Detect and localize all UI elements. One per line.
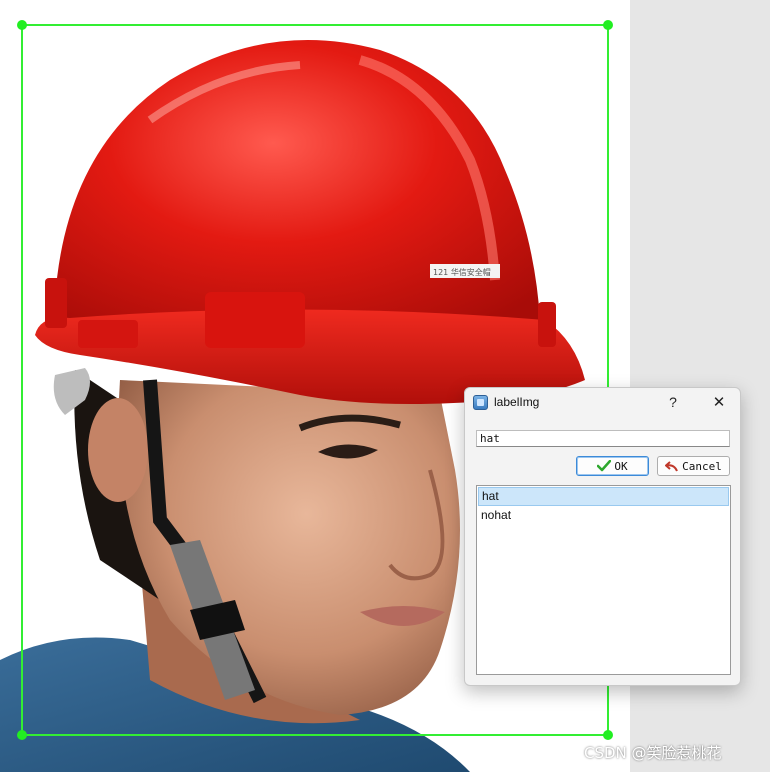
close-button[interactable]: ✕ [707, 392, 731, 412]
help-button[interactable]: ? [661, 392, 685, 412]
bbox-handle-top-right[interactable] [603, 20, 613, 30]
label-dialog: labelImg ? ✕ OK Cancel hat nohat [464, 387, 741, 686]
bbox-handle-top-left[interactable] [17, 20, 27, 30]
list-item[interactable]: nohat [477, 506, 730, 525]
dialog-title: labelImg [494, 395, 540, 409]
cancel-button[interactable]: Cancel [657, 456, 730, 476]
label-input[interactable] [476, 430, 730, 447]
ok-button[interactable]: OK [576, 456, 649, 476]
bbox-handle-bottom-right[interactable] [603, 730, 613, 740]
list-item[interactable]: hat [478, 487, 729, 506]
cancel-button-label: Cancel [682, 459, 722, 473]
label-list[interactable]: hat nohat [476, 485, 731, 675]
watermark: CSDN @笑脸惹桃花 [584, 744, 722, 762]
dialog-titlebar[interactable]: labelImg ? ✕ [465, 388, 740, 418]
checkmark-icon [597, 460, 612, 472]
undo-arrow-icon [665, 460, 679, 471]
labelimg-app-icon [473, 395, 488, 410]
bbox-handle-bottom-left[interactable] [17, 730, 27, 740]
ok-button-label: OK [614, 459, 628, 473]
